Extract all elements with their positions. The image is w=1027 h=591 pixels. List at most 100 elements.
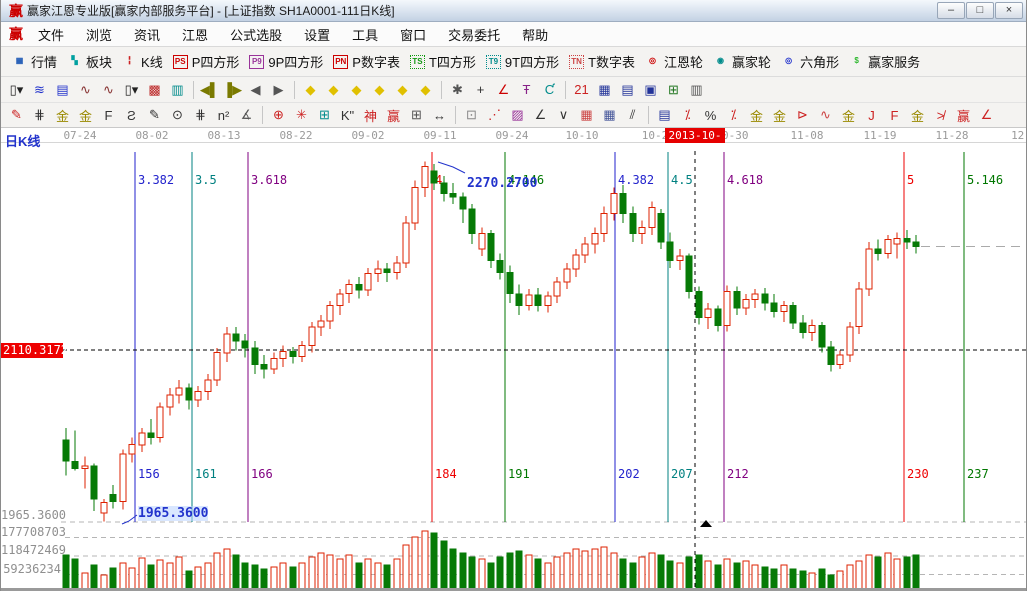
tool-save-button[interactable]: ▣ (640, 80, 661, 100)
tool-pen-tool-button[interactable]: ✎ (6, 105, 27, 125)
menu-item-1[interactable]: 文件 (27, 22, 75, 47)
tool-pattern-marker-button[interactable]: ▩ (144, 80, 165, 100)
tool-candle-style-dropdown-button[interactable]: ▯▾ (6, 80, 27, 100)
tool-j-line-button[interactable]: J (861, 105, 882, 125)
menu-item-6[interactable]: 设置 (293, 22, 341, 47)
tool-diamond-horizontal-button[interactable]: ◆ (346, 80, 367, 100)
tool-n-squared-button[interactable]: n² (213, 105, 234, 125)
tool-gold-circle-line-button[interactable]: 金 (746, 105, 767, 125)
toolbar-p-square-button[interactable]: PSP四方形 (173, 52, 240, 71)
tool-k-mark-button[interactable]: K" (337, 105, 358, 125)
menu-item-4[interactable]: 江恩 (171, 22, 219, 47)
tool-flag-tool-button[interactable]: ⊳ (792, 105, 813, 125)
tool-candle-type-dropdown-button[interactable]: ▯▾ (121, 80, 142, 100)
toolbar-winner-service-button[interactable]: $赢家服务 (849, 52, 920, 71)
tool-grid-box-button[interactable]: ⊞ (314, 105, 335, 125)
tool-percent-table-button[interactable]: ▤ (654, 105, 675, 125)
menu-item-7[interactable]: 工具 (341, 22, 389, 47)
toolbar-market-quotes-button[interactable]: ▦行情 (12, 52, 57, 71)
tool-red-fan-button[interactable]: ⋰ (484, 105, 505, 125)
tool-crosshair-button[interactable]: + (470, 80, 491, 100)
tool-four-line-button[interactable]: ∠ (976, 105, 997, 125)
maximize-button[interactable]: □ (966, 2, 994, 19)
tool-wave-9-button[interactable]: ∿ (98, 80, 119, 100)
tool-notepad-button[interactable]: ▤ (617, 80, 638, 100)
tool-diamond-left-button[interactable]: ◆ (300, 80, 321, 100)
tool-prev-bar-button[interactable]: ◀ (245, 80, 266, 100)
title-bar[interactable]: 赢 赢家江恩专业版[赢家内部服务平台] - [上证指数 SH1A0001-111… (1, 0, 1026, 22)
tool-red-grid-button[interactable]: ▦ (576, 105, 597, 125)
tool-info-document-button[interactable]: ▤ (52, 80, 73, 100)
tool-f-ruler-button[interactable]: F (98, 105, 119, 125)
tool-shen-tool-button[interactable]: 神 (360, 105, 381, 125)
menu-item-5[interactable]: 公式选股 (219, 22, 293, 47)
tool-blue-grid-button[interactable]: ▦ (599, 105, 620, 125)
toolbar-winner-service-label: 赢家服务 (868, 52, 920, 71)
toolbar-sectors-button[interactable]: ▚板块 (67, 52, 112, 71)
tool-diamond-all-button[interactable]: ◆ (415, 80, 436, 100)
toolbar-winner-wheel-button[interactable]: ◉赢家轮 (713, 52, 771, 71)
tool-box-grid-button[interactable]: ⊡ (461, 105, 482, 125)
tool-purple-tool-button[interactable]: Ŧ (516, 80, 537, 100)
tool-first-bar-button[interactable]: ◀▌ (199, 80, 220, 100)
toolbar-t-square-button[interactable]: TST四方形 (410, 52, 476, 71)
tool-win-line-button[interactable]: 赢 (953, 105, 974, 125)
tool-printer-button[interactable]: ▥ (686, 80, 707, 100)
tool-percent-box-button[interactable]: ⁒ (677, 105, 698, 125)
kline-chart-canvas[interactable]: 3.3821563.51613.61816641844.1461914.3822… (1, 143, 1027, 591)
close-button[interactable]: × (995, 2, 1023, 19)
tool-pencil-line-button[interactable]: ∠ (530, 105, 551, 125)
tool-s-ruler-button[interactable]: Ƨ (121, 105, 142, 125)
tool-grid-fan-button[interactable]: ▨ (507, 105, 528, 125)
tool-trend-sketch-button[interactable]: ≋ (29, 80, 50, 100)
tool-wave-tool-button[interactable]: ∿ (815, 105, 836, 125)
tool-ruler-2-button[interactable]: ⋕ (190, 105, 211, 125)
tool-percent-button[interactable]: % (700, 105, 721, 125)
toolbar-gann-wheel-button[interactable]: ◎江恩轮 (645, 52, 703, 71)
tool-width-measure-button[interactable]: ↔ (429, 105, 450, 125)
tool-star-web-button[interactable]: ✳ (291, 105, 312, 125)
tool-diamond-star-button[interactable]: ◆ (392, 80, 413, 100)
tool-percent-line-button[interactable]: ⁒ (723, 105, 744, 125)
tool-wave-3-button[interactable]: ∿ (75, 80, 96, 100)
menu-item-2[interactable]: 浏览 (75, 22, 123, 47)
tool-diamond-cross-button[interactable]: ◆ (369, 80, 390, 100)
tool-time-circle-button[interactable]: ⊙ (167, 105, 188, 125)
tool-number-grid-button[interactable]: ⊞ (406, 105, 427, 125)
tool-last-bar-button[interactable]: ▐▶ (222, 80, 243, 100)
tool-gold-line-3-button[interactable]: 金 (907, 105, 928, 125)
tool-speed-line-button[interactable]: ≯ (930, 105, 951, 125)
tool-win-tool-button[interactable]: 赢 (383, 105, 404, 125)
toolbar-p-number-table-button[interactable]: PNP数字表 (333, 52, 400, 71)
menu-item-3[interactable]: 资讯 (123, 22, 171, 47)
tool-diamond-right-button[interactable]: ◆ (323, 80, 344, 100)
tool-drag-hand-button[interactable]: ✱ (447, 80, 468, 100)
toolbar-kline-button[interactable]: ╏K线 (122, 52, 163, 71)
tool-gold-line-2-button[interactable]: 金 (838, 105, 859, 125)
tool-angle-tool-button[interactable]: ∡ (236, 105, 257, 125)
tool-calendar-button[interactable]: 21 (571, 80, 592, 100)
tool-next-bar-button[interactable]: ▶ (268, 80, 289, 100)
menu-item-8[interactable]: 窗口 (389, 22, 437, 47)
tool-ruler-button[interactable]: ⋕ (29, 105, 50, 125)
tool-v-line-button[interactable]: ∨ (553, 105, 574, 125)
menu-item-9[interactable]: 交易委托 (437, 22, 511, 47)
tool-parallel-lines-button[interactable]: ⫽ (622, 105, 643, 125)
tool-brush-button[interactable]: ✎ (144, 105, 165, 125)
tool-network-button[interactable]: ⊞ (663, 80, 684, 100)
tool-gold-ruler-button[interactable]: 金 (52, 105, 73, 125)
toolbar-9t-square-button[interactable]: T99T四方形 (486, 52, 559, 71)
tool-f-line-button[interactable]: F (884, 105, 905, 125)
tool-volume-histogram-button[interactable]: ▥ (167, 80, 188, 100)
tool-gann-circle-button[interactable]: ⊕ (268, 105, 289, 125)
tool-calculator-button[interactable]: ▦ (594, 80, 615, 100)
menu-item-10[interactable]: 帮助 (511, 22, 559, 47)
tool-gold-line-button[interactable]: 金 (769, 105, 790, 125)
toolbar-t-number-table-button[interactable]: TNT数字表 (569, 52, 635, 71)
tool-angle-measure-button[interactable]: ∠ (493, 80, 514, 100)
tool-gold-ruler-2-button[interactable]: 金 (75, 105, 96, 125)
toolbar-9p-square-button[interactable]: P99P四方形 (249, 52, 323, 71)
toolbar-hexagon-button[interactable]: ◎六角形 (781, 52, 839, 71)
minimize-button[interactable]: – (937, 2, 965, 19)
tool-cycle-tool-button[interactable]: Ƈ (539, 80, 560, 100)
